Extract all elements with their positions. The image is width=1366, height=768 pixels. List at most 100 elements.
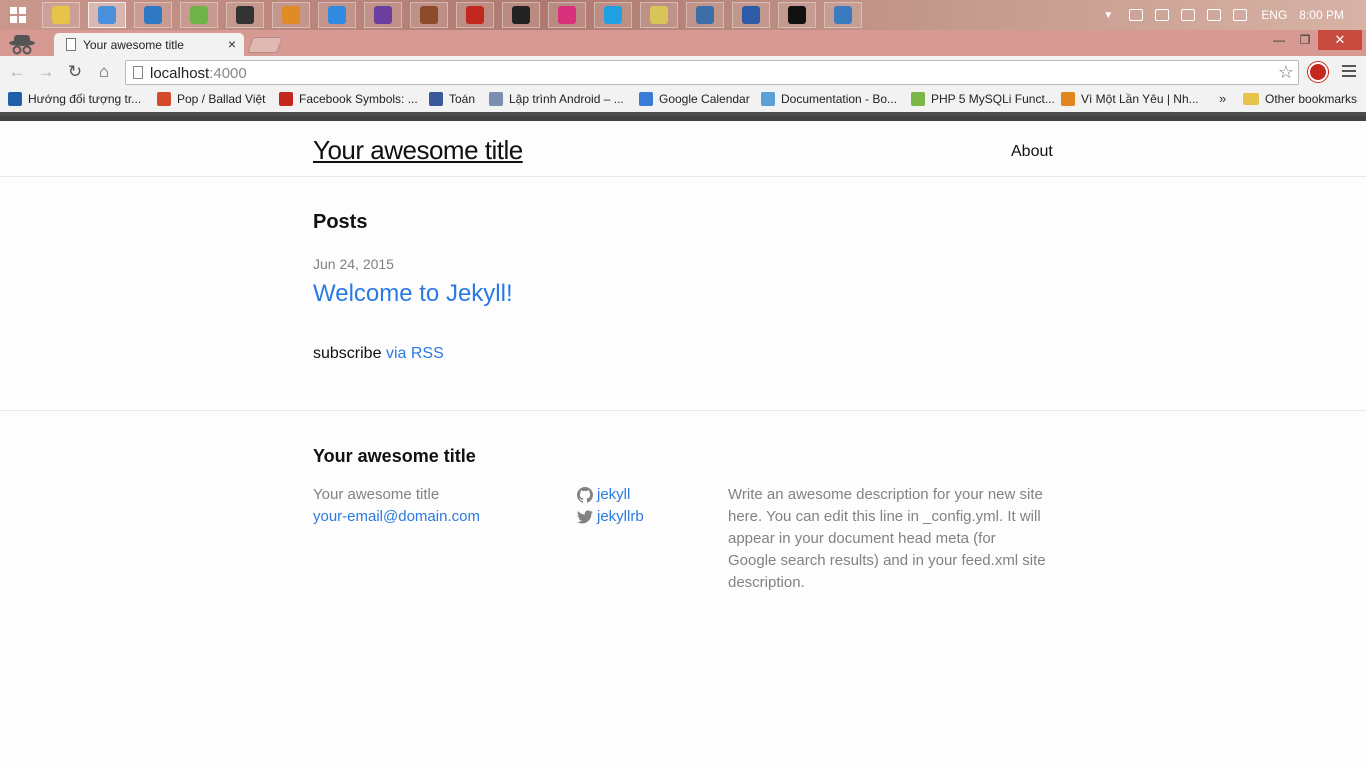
bookmark-favicon-icon: [429, 92, 443, 106]
vnc-icon: [512, 6, 530, 24]
page-content: Your awesome title About Posts Jun 24, 2…: [0, 116, 1366, 768]
system-tray: ▼ ENG 8:00 PM: [1103, 0, 1366, 30]
taskbar-app-zalo[interactable]: [318, 2, 356, 28]
window-minimize-button[interactable]: —: [1266, 30, 1292, 50]
footer-email-link[interactable]: your-email@domain.com: [313, 506, 480, 528]
nav-about-link[interactable]: About: [1011, 143, 1053, 161]
github-link[interactable]: jekyll: [577, 484, 644, 506]
zalo-icon: [328, 6, 346, 24]
remote-desktop-icon: [834, 6, 852, 24]
window-maximize-button[interactable]: ❐: [1292, 30, 1318, 50]
incognito-icon: [9, 35, 35, 55]
bookmark-item[interactable]: Hướng đối tượng tr...: [8, 92, 141, 106]
taskbar-app-vnc[interactable]: [502, 2, 540, 28]
bookmarks-overflow-button[interactable]: »: [1219, 91, 1226, 106]
flower-app-icon: [558, 6, 576, 24]
github-username: jekyll: [597, 486, 631, 503]
posts-heading: Posts: [313, 211, 368, 233]
taskbar-app-flower-app[interactable]: [548, 2, 586, 28]
address-bar[interactable]: localhost:4000 ☆: [125, 60, 1299, 85]
subscribe-label: subscribe: [313, 345, 382, 362]
taskbar-app-adobe-reader[interactable]: [456, 2, 494, 28]
page-info-icon[interactable]: [133, 66, 143, 79]
new-tab-button[interactable]: [247, 37, 283, 53]
back-arrow-icon[interactable]: ←: [6, 61, 28, 83]
tray-windows-icon[interactable]: [1129, 9, 1144, 21]
reload-icon[interactable]: ↻: [64, 61, 86, 83]
bookmark-item[interactable]: Facebook Symbols: ...: [279, 92, 418, 106]
adblock-extension-icon[interactable]: [1308, 62, 1328, 82]
bookmark-favicon-icon: [8, 92, 22, 106]
chrome-menu-icon[interactable]: [1342, 65, 1356, 77]
bookmark-item[interactable]: Lập trình Android – ...: [489, 92, 624, 106]
taskbar-app-archive-app[interactable]: [272, 2, 310, 28]
twitter-username: jekyllrb: [597, 508, 644, 525]
rss-link[interactable]: via RSS: [386, 345, 444, 362]
browser-toolbar: ← → ↻ ⌂ localhost:4000 ☆: [0, 56, 1366, 88]
media-app-icon: [236, 6, 254, 24]
tray-battery-icon[interactable]: [1181, 9, 1196, 21]
doc-app-icon: [742, 6, 760, 24]
taskbar-app-notepad-plus[interactable]: [180, 2, 218, 28]
twitter-link[interactable]: jekyllrb: [577, 506, 644, 528]
bookmark-item[interactable]: Vì Một Lần Yêu | Nh...: [1061, 92, 1199, 106]
tray-language[interactable]: ENG: [1261, 8, 1287, 22]
address-url[interactable]: localhost:4000: [150, 65, 247, 82]
taskbar-app-visual-studio[interactable]: [364, 2, 402, 28]
bookmark-item[interactable]: PHP 5 MySQLi Funct...: [911, 92, 1055, 106]
bookmark-item[interactable]: Documentation - Bo...: [761, 92, 897, 106]
post-title-link[interactable]: Welcome to Jekyll!: [313, 280, 513, 308]
bookmark-star-icon[interactable]: ☆: [1278, 62, 1294, 83]
page-document-icon: [66, 38, 76, 51]
taskbar-app-photo-app[interactable]: [410, 2, 448, 28]
bookmark-favicon-icon: [911, 92, 925, 106]
bookmark-item[interactable]: Google Calendar: [639, 92, 750, 106]
taskbar-app-remote-desktop[interactable]: [824, 2, 862, 28]
archive-app-icon: [282, 6, 300, 24]
site-footer: Your awesome title Your awesome title yo…: [0, 410, 1366, 768]
bookmark-label: Toán: [449, 92, 476, 106]
tray-signal-icon[interactable]: [1207, 9, 1222, 21]
bookmark-favicon-icon: [279, 92, 293, 106]
twitter-icon: [577, 510, 593, 524]
tray-expand-icon[interactable]: ▼: [1103, 10, 1113, 21]
forward-arrow-icon[interactable]: →: [35, 61, 57, 83]
explorer-icon: [52, 6, 70, 24]
bookmark-label: Facebook Symbols: ...: [299, 92, 418, 106]
taskbar-app-doc-app[interactable]: [732, 2, 770, 28]
site-title-link[interactable]: Your awesome title: [313, 135, 523, 166]
cmd-icon: [788, 6, 806, 24]
taskbar-app-cmd[interactable]: [778, 2, 816, 28]
taskbar-app-skype[interactable]: [594, 2, 632, 28]
bookmark-favicon-icon: [1061, 92, 1075, 106]
taskbar-app-explorer[interactable]: [42, 2, 80, 28]
footer-site-name: Your awesome title: [313, 486, 440, 503]
folder-app-icon: [650, 6, 668, 24]
tab-active[interactable]: Your awesome title ×: [54, 33, 244, 57]
tray-clock[interactable]: 8:00 PM: [1299, 8, 1344, 22]
bookmark-label: Vì Một Lần Yêu | Nh...: [1081, 92, 1199, 106]
home-icon[interactable]: ⌂: [93, 61, 115, 83]
window-close-button[interactable]: ✕: [1318, 30, 1362, 50]
bookmark-favicon-icon: [157, 92, 171, 106]
tab-close-icon[interactable]: ×: [228, 36, 236, 52]
taskbar-app-folder-app[interactable]: [640, 2, 678, 28]
other-bookmarks-folder[interactable]: Other bookmarks: [1243, 92, 1357, 106]
windows-start-button[interactable]: [6, 5, 30, 25]
taskbar-app-chrome[interactable]: [88, 2, 126, 28]
subscribe-line: subscribe via RSS: [313, 345, 444, 363]
bookmark-label: Lập trình Android – ...: [509, 92, 624, 106]
tab-title: Your awesome title: [83, 38, 184, 52]
taskbar-app-python[interactable]: [686, 2, 724, 28]
bookmark-item[interactable]: Toán: [429, 92, 475, 106]
bookmark-item[interactable]: Pop / Ballad Việt: [157, 92, 266, 106]
bookmark-favicon-icon: [639, 92, 653, 106]
bookmarks-bar: Hướng đối tượng tr... Pop / Ballad Việt Fa…: [0, 88, 1366, 116]
tray-volume-icon[interactable]: [1233, 9, 1248, 21]
taskbar-app-media-app[interactable]: [226, 2, 264, 28]
taskbar-app-vpn-app[interactable]: [134, 2, 172, 28]
bookmark-label: Google Calendar: [659, 92, 750, 106]
adobe-reader-icon: [466, 6, 484, 24]
vpn-app-icon: [144, 6, 162, 24]
tray-flag-icon[interactable]: [1155, 9, 1170, 21]
